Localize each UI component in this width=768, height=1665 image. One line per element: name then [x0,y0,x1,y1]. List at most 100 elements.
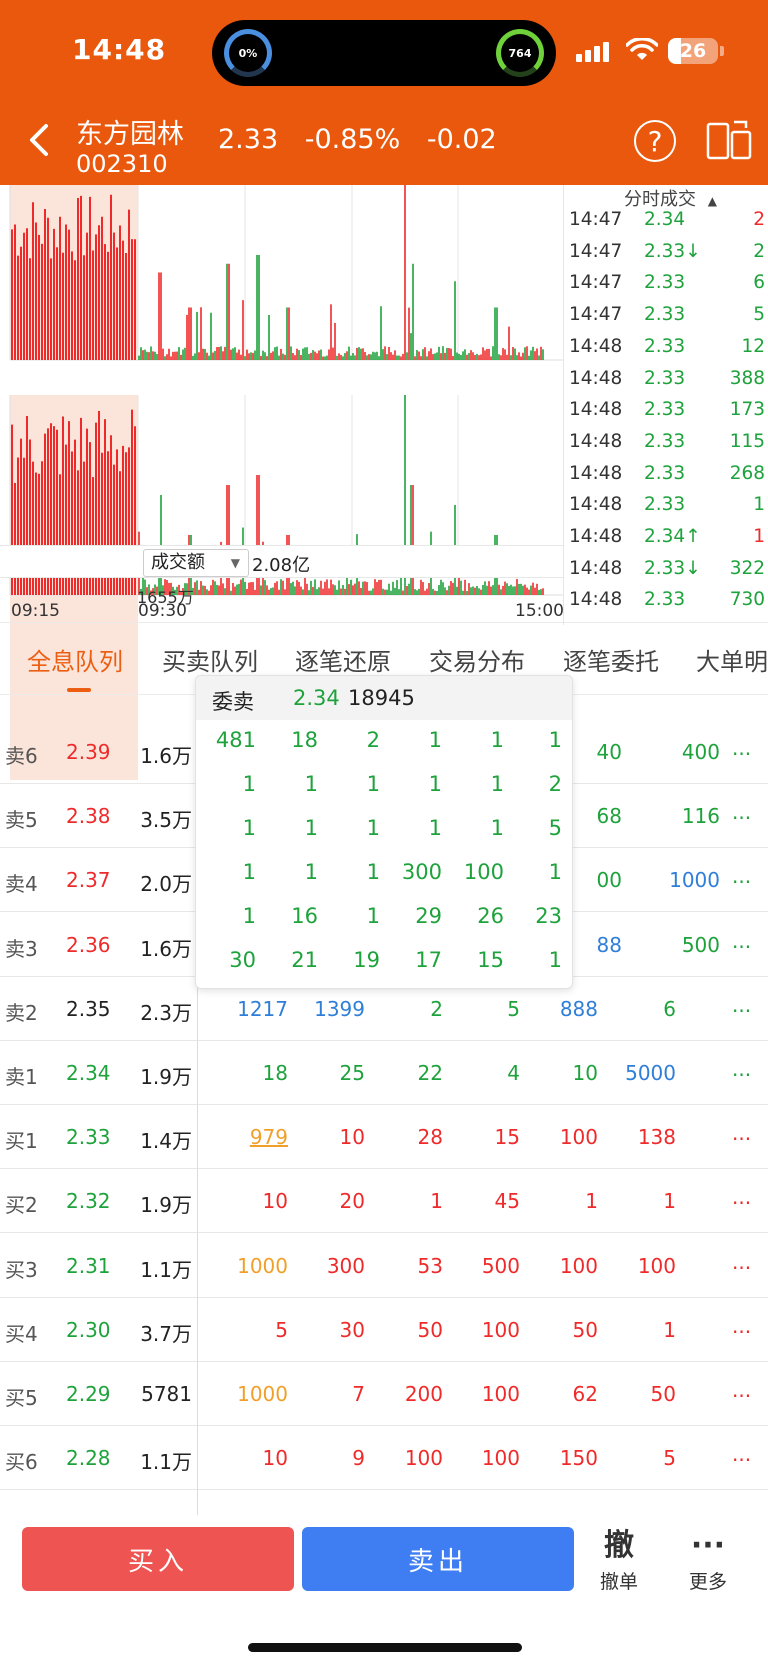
order-row[interactable]: 买4 2.30 3.7万 5 30 50 100 50 1... [0,1298,768,1362]
sell-button[interactable]: 卖出 [302,1527,574,1591]
row-more-icon[interactable]: ... [732,929,751,953]
queue-order[interactable]: 1000 [218,1382,288,1406]
queue-order[interactable]: 18 [218,1061,288,1085]
queue-order[interactable]: 53 [373,1254,443,1278]
order-price: 2.38 [66,804,111,829]
tab-large-orders[interactable]: 大单明 [696,642,768,677]
queue-order[interactable]: 100 [528,1254,598,1278]
row-more-icon[interactable]: ... [732,1250,751,1274]
queue-order[interactable]: 100 [528,1125,598,1149]
row-more-icon[interactable]: ... [732,1121,751,1145]
queue-order[interactable]: 10 [218,1446,288,1470]
order-row[interactable]: 买5 2.29 5781 1000 7 200 100 62 50... [0,1362,768,1426]
queue-order[interactable]: 5 [450,997,520,1021]
tick-panel[interactable]: 分时成交 ▲ 14:47 2.34 2 14:47 2.33↓ 2 14:47 2.33 6 14… [563,185,768,625]
tick-time: 14:48 [569,367,623,389]
tick-volume: 12 [741,335,765,357]
sort-up-icon: ▲ [707,194,717,208]
queue-order[interactable]: 6 [606,997,676,1021]
queue-order[interactable]: 5 [218,1318,288,1342]
order-row[interactable]: 买2 2.32 1.9万 10 20 1 45 1 1... [0,1169,768,1234]
queue-order[interactable]: 1 [606,1189,676,1213]
queue-order[interactable]: 2 [373,997,443,1021]
popup-order: 1 [428,728,442,752]
order-row[interactable]: 买1 2.33 1.4万 979 10 28 15 100 138... [0,1105,768,1170]
queue-order[interactable]: 1000 [218,1254,288,1278]
tick-volume: 730 [729,589,765,611]
order-row[interactable]: 买6 2.28 1.1万 10 9 100 100 150 5... [0,1426,768,1491]
row-more-icon[interactable]: ... [732,864,751,888]
row-more-icon[interactable]: ... [732,1185,751,1209]
queue-order[interactable]: 1000 [650,868,720,892]
queue-order[interactable]: 5000 [606,1061,676,1085]
queue-order[interactable]: 30 [295,1318,365,1342]
row-more-icon[interactable]: ... [732,993,751,1017]
row-more-icon[interactable]: ... [732,1057,751,1081]
tick-time: 14:47 [569,209,623,230]
queue-order[interactable]: 9 [295,1446,365,1470]
more-button[interactable]: ··· 更多 [678,1525,738,1594]
queue-order[interactable]: 400 [650,740,720,764]
intraday-chart[interactable]: 成交额 ▼ 2.08亿 1655万 09:15 09:30 15:00 [0,185,564,780]
queue-order[interactable]: 4 [450,1061,520,1085]
queue-order[interactable]: 150 [528,1446,598,1470]
sell-queue-popup[interactable]: 委卖 2.34 18945 481 18 2 1 1 1 1 1 1 1 1 2 1 1 1 1 1 5 1 1 1 30… [195,675,573,989]
queue-order[interactable]: 200 [373,1382,443,1406]
queue-order[interactable]: 500 [650,933,720,957]
cancel-order-button[interactable]: 撤 撤单 [589,1525,649,1594]
row-more-icon[interactable]: ... [732,800,751,824]
order-row[interactable]: 买3 2.31 1.1万 1000 300 53 500 100 100... [0,1234,768,1298]
queue-order[interactable]: 15 [450,1125,520,1149]
tab-trade-distribution[interactable]: 交易分布 [429,642,525,677]
tab-tick-replay[interactable]: 逐笔还原 [295,642,391,677]
row-more-icon[interactable]: ... [732,1378,751,1402]
landscape-switch-icon[interactable] [706,118,752,164]
queue-order[interactable]: 1 [373,1189,443,1213]
queue-order[interactable]: 1 [528,1189,598,1213]
back-icon[interactable] [24,118,58,162]
row-more-icon[interactable]: ... [732,1314,751,1338]
tick-time: 14:48 [569,494,623,516]
queue-order[interactable]: 50 [606,1382,676,1406]
popup-order: 1 [304,772,318,796]
help-icon[interactable]: ? [634,120,676,162]
queue-order[interactable]: 1399 [295,997,365,1021]
queue-order[interactable]: 100 [450,1318,520,1342]
tick-time: 14:48 [569,526,623,547]
queue-order[interactable]: 10 [218,1189,288,1213]
buy-button[interactable]: 买入 [22,1527,294,1591]
queue-order[interactable]: 62 [528,1382,598,1406]
metric-dropdown[interactable]: 成交额 ▼ [143,549,249,577]
queue-order[interactable]: 45 [450,1189,520,1213]
queue-order[interactable]: 1 [606,1318,676,1342]
tab-bid-ask-queue[interactable]: 买卖队列 [162,642,258,677]
queue-order[interactable]: 50 [373,1318,443,1342]
queue-order[interactable]: 28 [373,1125,443,1149]
queue-order[interactable]: 22 [373,1061,443,1085]
tick-row: 14:47 2.33 6 [564,272,768,304]
queue-order[interactable]: 100 [373,1446,443,1470]
queue-order[interactable]: 100 [450,1446,520,1470]
queue-order[interactable]: 25 [295,1061,365,1085]
queue-order[interactable]: 5 [606,1446,676,1470]
queue-order[interactable]: 20 [295,1189,365,1213]
queue-order[interactable]: 138 [606,1125,676,1149]
tab-order-by-order[interactable]: 逐笔委托 [563,642,659,677]
tick-panel-title[interactable]: 分时成交 ▲ [624,185,717,211]
queue-order[interactable]: 979 [218,1125,288,1149]
queue-order[interactable]: 888 [528,997,598,1021]
queue-order[interactable]: 10 [528,1061,598,1085]
order-row[interactable]: 卖1 2.34 1.9万 18 25 22 4 10 5000... [0,1041,768,1105]
queue-order[interactable]: 50 [528,1318,598,1342]
row-more-icon[interactable]: ... [732,736,751,760]
queue-order[interactable]: 7 [295,1382,365,1406]
queue-order[interactable]: 116 [650,804,720,828]
tab-full-queue[interactable]: 全息队列 [27,642,123,677]
queue-order[interactable]: 10 [295,1125,365,1149]
queue-order[interactable]: 100 [450,1382,520,1406]
queue-order[interactable]: 1217 [218,997,288,1021]
queue-order[interactable]: 300 [295,1254,365,1278]
queue-order[interactable]: 100 [606,1254,676,1278]
queue-order[interactable]: 500 [450,1254,520,1278]
row-more-icon[interactable]: ... [732,1442,751,1466]
